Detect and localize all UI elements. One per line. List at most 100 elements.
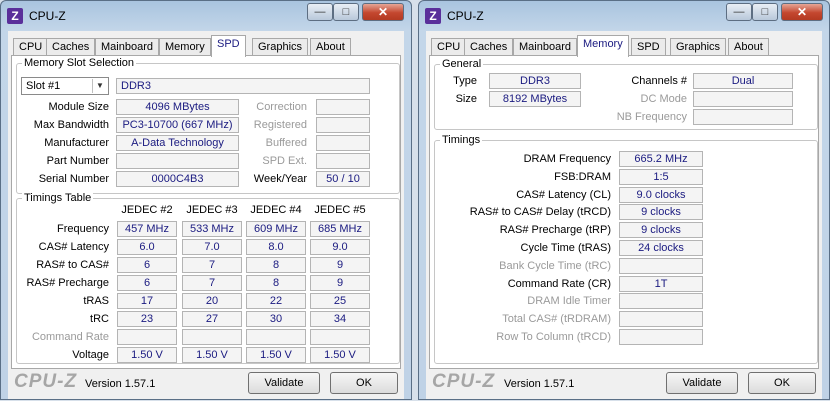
timing-cell-cas-latency-5: 9.0 — [310, 239, 370, 255]
tab-mainboard[interactable]: Mainboard — [513, 38, 577, 56]
tab-cpu[interactable]: CPU — [431, 38, 467, 56]
ok-button[interactable]: OK — [330, 372, 398, 394]
manufacturer-label: Manufacturer — [44, 137, 109, 149]
manufacturer-field: A-Data Technology — [116, 135, 239, 151]
timing-cell-frequency-5: 685 MHz — [310, 221, 370, 237]
timing-cell-tras-3: 20 — [182, 293, 242, 309]
timings-table-group: Timings Table JEDEC #2 JEDEC #3 JEDEC #4… — [16, 192, 400, 364]
tab-spd[interactable]: SPD — [631, 38, 666, 56]
timing-label-voltage: Voltage — [72, 349, 109, 361]
timing-cell-trc-3: 27 — [182, 311, 242, 327]
close-icon: ✕ — [377, 5, 389, 19]
timing-field-command-rate-cr: 1T — [619, 275, 703, 292]
timing-cell-voltage-4: 1.50 V — [246, 347, 306, 363]
type-field: DDR3 — [489, 73, 581, 89]
week-year-label: Week/Year — [253, 173, 307, 185]
version-label: Version 1.57.1 — [504, 378, 575, 390]
client-area: CPU Caches Mainboard Memory SPD Graphics… — [8, 31, 404, 399]
window-title: CPU-Z — [29, 9, 66, 23]
timing-label-row-to-column-trcd: Row To Column (tRCD) — [496, 331, 611, 343]
maximize-button[interactable]: □ — [752, 3, 778, 21]
timing-field-bank-cycle-time-trc — [619, 257, 703, 274]
registered-label: Registered — [253, 119, 307, 131]
timing-label-fsb-dram: FSB:DRAM — [554, 170, 611, 183]
timing-label-cas-latency-cl: CAS# Latency (CL) — [516, 188, 611, 201]
window-title: CPU-Z — [447, 9, 484, 23]
memory-type-field: DDR3 — [116, 78, 370, 94]
timing-field-dram-idle-timer — [619, 293, 703, 310]
close-button[interactable]: ✕ — [781, 3, 823, 21]
nb-frequency-label: NB Frequency — [616, 111, 687, 123]
tab-memory[interactable]: Memory — [159, 38, 211, 56]
timing-field-fsb-dram: 1:5 — [619, 168, 703, 185]
tab-mainboard[interactable]: Mainboard — [95, 38, 159, 56]
slot-select[interactable]: Slot #1 ▼ — [21, 77, 109, 95]
timing-cell-command-rate-4 — [246, 329, 306, 345]
timing-field-dram-frequency: 665.2 MHz — [619, 151, 703, 167]
cpuz-logo-icon: Z — [425, 8, 441, 24]
cpuz-brand-logo: CPU-Z — [432, 371, 496, 392]
max-bandwidth-label: Max Bandwidth — [33, 119, 109, 131]
cpuz-window-spd: Z CPU-Z — □ ✕ CPU Caches Mainboard Memor… — [0, 0, 412, 400]
group-title: Memory Slot Selection — [22, 57, 137, 69]
minimize-button[interactable]: — — [726, 3, 752, 21]
close-icon: ✕ — [796, 5, 808, 19]
tab-spd[interactable]: SPD — [211, 35, 246, 57]
serial-number-label: Serial Number — [38, 173, 109, 185]
tab-cpu[interactable]: CPU — [13, 38, 49, 56]
minimize-button[interactable]: — — [307, 3, 333, 21]
minimize-icon: — — [314, 6, 326, 18]
timing-cell-cas-latency-2: 6.0 — [117, 239, 177, 255]
column-header-jedec2: JEDEC #2 — [121, 204, 173, 216]
general-group: General Type DDR3 Size 8192 MBytes Chann… — [434, 58, 818, 130]
timing-cell-command-rate-3 — [182, 329, 242, 345]
timing-label-command-rate-cr: Command Rate (CR) — [507, 277, 611, 290]
timing-cell-ras-to-cas-3: 7 — [182, 257, 242, 273]
cpuz-window-memory: Z CPU-Z — □ ✕ CPU Caches Mainboard Memor… — [418, 0, 830, 400]
group-title: General — [440, 58, 484, 70]
timing-cell-command-rate-5 — [310, 329, 370, 345]
group-title: Timings Table — [22, 192, 94, 204]
tab-graphics[interactable]: Graphics — [670, 38, 727, 56]
timing-cell-tras-5: 25 — [310, 293, 370, 309]
tab-about[interactable]: About — [310, 38, 351, 56]
timing-cell-voltage-2: 1.50 V — [117, 347, 177, 363]
title-bar[interactable]: Z CPU-Z — □ ✕ — [1, 1, 411, 31]
timing-cell-ras-precharge-2: 6 — [117, 275, 177, 291]
validate-button[interactable]: Validate — [666, 372, 738, 394]
title-bar[interactable]: Z CPU-Z — □ ✕ — [419, 1, 829, 31]
close-button[interactable]: ✕ — [362, 3, 404, 21]
cpuz-logo-icon: Z — [7, 8, 23, 24]
timing-label-dram-frequency: DRAM Frequency — [523, 153, 611, 165]
timing-cell-trc-5: 34 — [310, 311, 370, 327]
ok-button[interactable]: OK — [748, 372, 816, 394]
tab-graphics[interactable]: Graphics — [252, 38, 309, 56]
maximize-button[interactable]: □ — [333, 3, 359, 21]
maximize-icon: □ — [342, 6, 350, 18]
maximize-icon: □ — [761, 6, 769, 18]
size-label: Size — [455, 93, 477, 105]
tab-about[interactable]: About — [728, 38, 769, 56]
max-bandwidth-field: PC3-10700 (667 MHz) — [116, 117, 239, 133]
validate-button[interactable]: Validate — [248, 372, 320, 394]
timing-cell-tras-2: 17 — [117, 293, 177, 309]
timing-field-ras-to-cas-delay-trcd: 9 clocks — [619, 204, 703, 221]
timing-cell-ras-to-cas-2: 6 — [117, 257, 177, 273]
chevron-down-icon[interactable]: ▼ — [92, 79, 107, 93]
part-number-field — [116, 153, 239, 169]
module-size-label: Module Size — [48, 101, 109, 113]
tab-caches[interactable]: Caches — [46, 38, 96, 56]
timing-cell-voltage-5: 1.50 V — [310, 347, 370, 363]
spd-ext-label: SPD Ext. — [262, 155, 307, 167]
column-header-jedec3: JEDEC #3 — [186, 204, 238, 216]
memory-slot-selection-group: Memory Slot Selection Slot #1 ▼ DDR3 Mod… — [16, 57, 400, 194]
module-size-field: 4096 MBytes — [116, 99, 239, 115]
column-header-jedec5: JEDEC #5 — [314, 204, 366, 216]
week-year-field: 50 / 10 — [316, 171, 370, 187]
correction-label: Correction — [256, 101, 307, 113]
tab-memory[interactable]: Memory — [577, 35, 629, 57]
timing-cell-ras-precharge-5: 9 — [310, 275, 370, 291]
timing-cell-cas-latency-4: 8.0 — [246, 239, 306, 255]
column-header-jedec4: JEDEC #4 — [250, 204, 302, 216]
tab-caches[interactable]: Caches — [464, 38, 514, 56]
